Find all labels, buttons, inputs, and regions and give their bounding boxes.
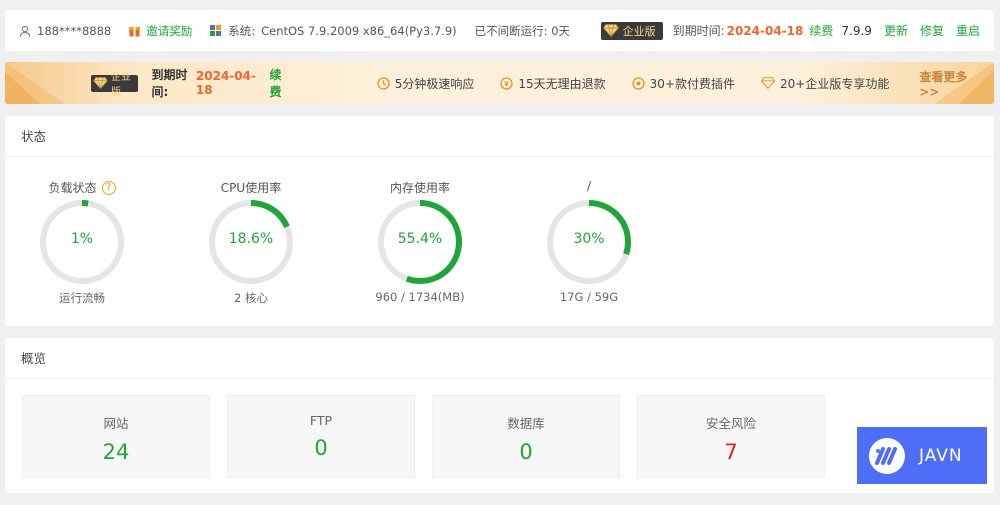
gauge-subtext: 17G / 59G: [559, 290, 619, 304]
banner-decoration-left: [5, 62, 65, 104]
top-header: 188****8888 邀请奖励 系统: CentOS 7.9.2009 x86…: [5, 10, 994, 51]
feature-text: 20+企业版专享功能: [780, 76, 890, 91]
banner-decoration-right: [934, 62, 994, 104]
box-count[interactable]: 7: [638, 440, 824, 464]
feature-refund: 15天无理由退款: [500, 75, 606, 92]
system-icon: [210, 24, 222, 37]
banner-renew-link[interactable]: 续费: [269, 66, 288, 100]
gauge-subtext: 运行流畅: [59, 291, 105, 305]
banner-expire-label: 到期时间:: [151, 68, 188, 99]
banner-enterprise-badge: 企业版: [91, 72, 138, 98]
invite-reward-link[interactable]: 邀请奖励: [129, 23, 192, 39]
gauge-value: 55.4%: [397, 231, 443, 247]
feature-fast-response: 5分钟极速响应: [377, 75, 475, 92]
clock-icon: [377, 76, 390, 90]
watermark-logo-icon: [869, 437, 905, 474]
system-label: 系统:: [228, 23, 256, 38]
box-count[interactable]: 0: [433, 440, 619, 464]
expire-date: 2024-04-18: [726, 23, 804, 38]
box-count[interactable]: 24: [23, 440, 209, 464]
gauge-value: 1%: [70, 231, 94, 247]
banner-expire-date: 2024-04-18: [195, 69, 256, 97]
box-label: 安全风险: [705, 416, 756, 431]
box-label: FTP: [309, 413, 333, 428]
box-count[interactable]: 0: [228, 436, 414, 460]
gauge-label-wrap: 负载状态 ?: [7, 179, 157, 196]
feature-text: 5分钟极速响应: [394, 76, 475, 91]
invite-reward-label: 邀请奖励: [146, 23, 193, 38]
feature-exclusive: 20+企业版专享功能: [761, 75, 889, 92]
enterprise-banner: 企业版 到期时间: 2024-04-18 续费 5分钟极速响应 15天无理由退款…: [5, 62, 994, 104]
uptime-text: 已不间断运行: 0天: [474, 23, 571, 38]
update-button[interactable]: 更新: [884, 22, 908, 39]
gauge-value: 18.6%: [228, 231, 274, 247]
help-icon[interactable]: ?: [101, 180, 116, 195]
overview-box-database[interactable]: 数据库 0: [432, 395, 620, 478]
gauge-row: 负载状态 ? 1% 运行流畅 CPU使用率 18.6% 2 核心 内存使用率 5…: [5, 157, 994, 325]
overview-box-ftp[interactable]: FTP 0: [227, 395, 415, 478]
banner-diamond-icon: [93, 77, 108, 89]
gift-icon: [129, 25, 141, 37]
diamond-icon: [602, 24, 619, 37]
overview-panel: 概览 网站 24 FTP 0 数据库 0 安全风险 7: [5, 338, 994, 493]
enterprise-badge: 企业版: [600, 21, 663, 40]
banner-enterprise-label: 企业版: [111, 72, 131, 98]
status-title: 状态: [5, 116, 994, 157]
user-phone: 188****8888: [37, 23, 112, 38]
gauge-value: 30%: [573, 231, 605, 247]
refund-icon: [500, 76, 514, 90]
user-account[interactable]: 188****8888: [19, 24, 111, 38]
header-right: 企业版 到期时间: 2024-04-18 续费 7.9.9 更新 修复 重启: [600, 21, 980, 40]
gauge-subtext: 2 核心: [234, 291, 268, 305]
gauge-label: /: [586, 179, 592, 193]
status-panel: 状态 负载状态 ? 1% 运行流畅 CPU使用率 18.6% 2 核心 内存使用: [5, 116, 994, 326]
overview-box-sites[interactable]: 网站 24: [22, 395, 210, 478]
uptime-info: 已不间断运行: 0天: [475, 23, 570, 39]
gauge-subtext: 960 / 1734(MB): [375, 290, 465, 304]
gauge-label: 负载状态: [48, 181, 97, 195]
feature-plugins: 30+款付费插件: [632, 75, 735, 92]
overview-title: 概览: [5, 338, 994, 379]
user-icon: [19, 25, 31, 37]
diamond-icon: [761, 77, 775, 89]
restart-button[interactable]: 重启: [956, 22, 980, 39]
system-value: CentOS 7.9.2009 x86_64(Py3.7.9): [261, 23, 457, 38]
renew-link[interactable]: 续费: [809, 22, 833, 39]
box-label: 网站: [103, 416, 129, 431]
overview-box-security-risk[interactable]: 安全风险 7: [637, 395, 825, 478]
panel-version: 7.9.9: [841, 23, 872, 38]
watermark: JAVN: [857, 427, 987, 484]
box-label: 数据库: [507, 416, 545, 431]
banner-features: 5分钟极速响应 15天无理由退款 30+款付费插件 20+企业版专享功能: [377, 75, 889, 92]
plugin-icon: [632, 76, 645, 90]
feature-text: 30+款付费插件: [649, 76, 735, 91]
repair-button[interactable]: 修复: [920, 22, 944, 39]
enterprise-badge-label: 企业版: [622, 24, 656, 38]
gauge-label: CPU使用率: [220, 181, 282, 195]
watermark-text: JAVN: [919, 445, 963, 466]
expire-label: 到期时间:: [672, 24, 725, 38]
gauge-label: 内存使用率: [389, 181, 450, 195]
feature-text: 15天无理由退款: [518, 76, 606, 91]
system-info: 系统: CentOS 7.9.2009 x86_64(Py3.7.9): [210, 23, 457, 39]
